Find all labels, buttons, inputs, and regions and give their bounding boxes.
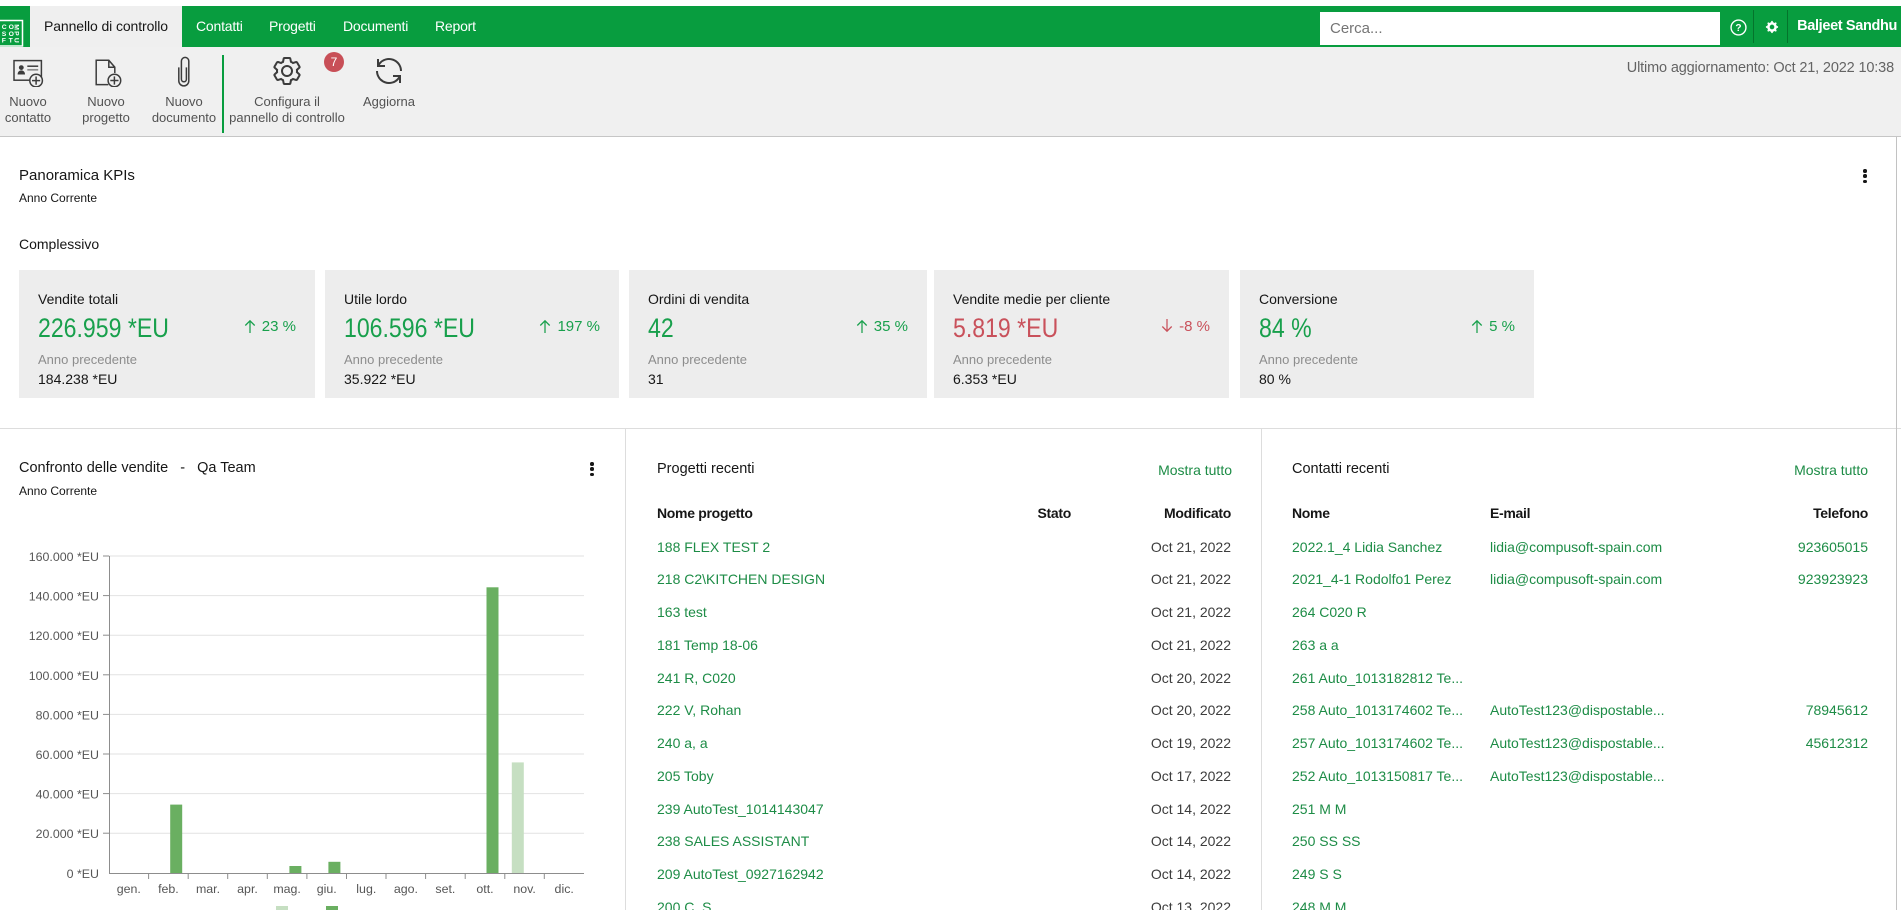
svg-text:?: ? [1735,23,1741,34]
svg-text:140.000 *EU: 140.000 *EU [29,590,99,604]
svg-text:dic.: dic. [555,882,574,896]
svg-text:160.000 *EU: 160.000 *EU [29,550,99,564]
svg-text:set.: set. [435,882,455,896]
svg-text:apr.: apr. [237,882,258,896]
svg-text:60.000 *EU: 60.000 *EU [36,748,99,762]
svg-text:F: F [2,38,6,45]
svg-text:ago.: ago. [394,882,418,896]
svg-text:40.000 *EU: 40.000 *EU [36,788,99,802]
svg-text:P: P [12,31,19,36]
svg-text:U: U [12,38,19,43]
svg-text:giu.: giu. [317,882,337,896]
svg-text:0 *EU: 0 *EU [67,867,99,881]
svg-text:120.000 *EU: 120.000 *EU [29,629,99,643]
svg-text:mar.: mar. [196,882,220,896]
svg-text:lug.: lug. [356,882,376,896]
svg-text:gen.: gen. [117,882,141,896]
svg-text:80.000 *EU: 80.000 *EU [36,708,99,722]
svg-text:mag.: mag. [273,882,301,896]
svg-text:nov.: nov. [513,882,536,896]
svg-text:100.000 *EU: 100.000 *EU [29,669,99,683]
svg-text:M: M [12,24,19,30]
svg-text:20.000 *EU: 20.000 *EU [36,827,99,841]
svg-text:feb.: feb. [158,882,179,896]
svg-text:ott.: ott. [476,882,493,896]
